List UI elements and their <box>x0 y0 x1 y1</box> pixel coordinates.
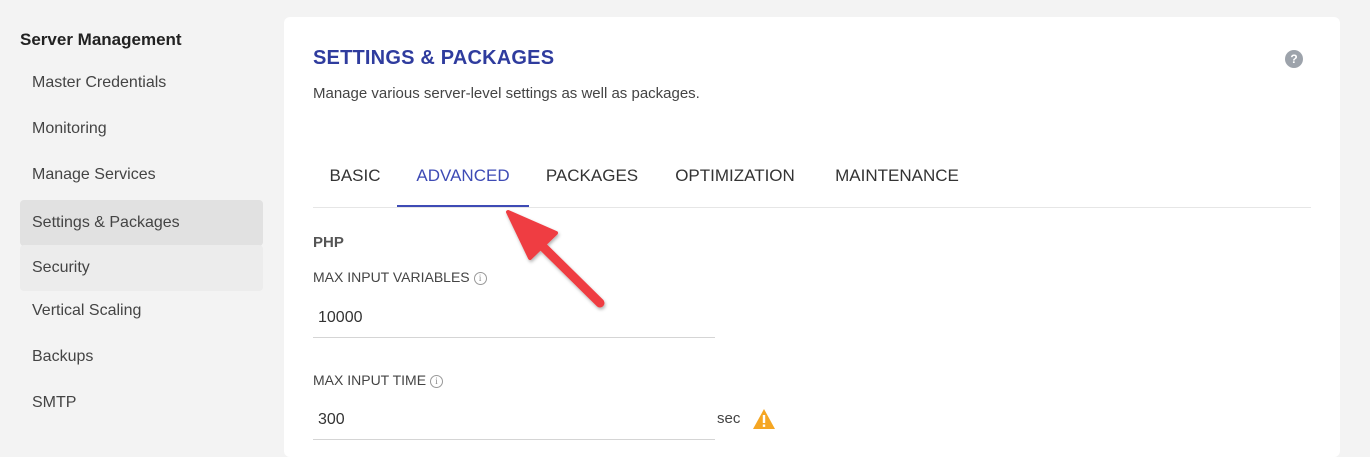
sidebar-item-manage-services[interactable]: Manage Services <box>20 152 263 198</box>
section-php-heading: PHP <box>313 234 344 251</box>
sidebar-item-smtp[interactable]: SMTP <box>20 380 263 426</box>
page-subtitle: Manage various server-level settings as … <box>313 85 700 102</box>
page-title: SETTINGS & PACKAGES <box>313 47 555 69</box>
max-input-time-label-text: MAX INPUT TIME <box>313 372 427 388</box>
max-input-variables-label: MAX INPUT VARIABLES i <box>313 269 487 285</box>
sidebar: Server Management Master Credentials Mon… <box>0 0 270 447</box>
max-input-time-label: MAX INPUT TIME i <box>313 372 444 388</box>
sidebar-title: Server Management <box>20 30 182 49</box>
sidebar-item-master-credentials[interactable]: Master Credentials <box>20 60 263 106</box>
question-circle-icon[interactable]: ? <box>1285 50 1303 68</box>
tab-bar: BASIC ADVANCED PACKAGES OPTIMIZATION MAI… <box>313 159 1311 208</box>
warning-triangle-icon[interactable] <box>752 408 776 430</box>
max-input-time-unit: sec <box>717 410 741 427</box>
settings-card: SETTINGS & PACKAGES Manage various serve… <box>284 17 1340 457</box>
info-circle-icon[interactable]: i <box>473 272 487 285</box>
max-input-time-input[interactable] <box>313 400 715 440</box>
info-circle-icon[interactable]: i <box>430 375 444 388</box>
sidebar-item-backups[interactable]: Backups <box>20 334 263 380</box>
sidebar-item-monitoring[interactable]: Monitoring <box>20 106 263 152</box>
max-input-variables-label-text: MAX INPUT VARIABLES <box>313 269 470 285</box>
tab-maintenance[interactable]: MAINTENANCE <box>815 159 979 207</box>
tab-advanced[interactable]: ADVANCED <box>397 159 529 207</box>
sidebar-item-vertical-scaling[interactable]: Vertical Scaling <box>20 288 263 334</box>
sidebar-item-security[interactable]: Security <box>20 245 263 291</box>
tab-optimization[interactable]: OPTIMIZATION <box>655 159 815 207</box>
tab-packages[interactable]: PACKAGES <box>529 159 655 207</box>
tab-basic[interactable]: BASIC <box>313 159 397 207</box>
sidebar-item-settings-packages[interactable]: Settings & Packages <box>20 200 263 246</box>
max-input-variables-input[interactable] <box>313 298 715 338</box>
